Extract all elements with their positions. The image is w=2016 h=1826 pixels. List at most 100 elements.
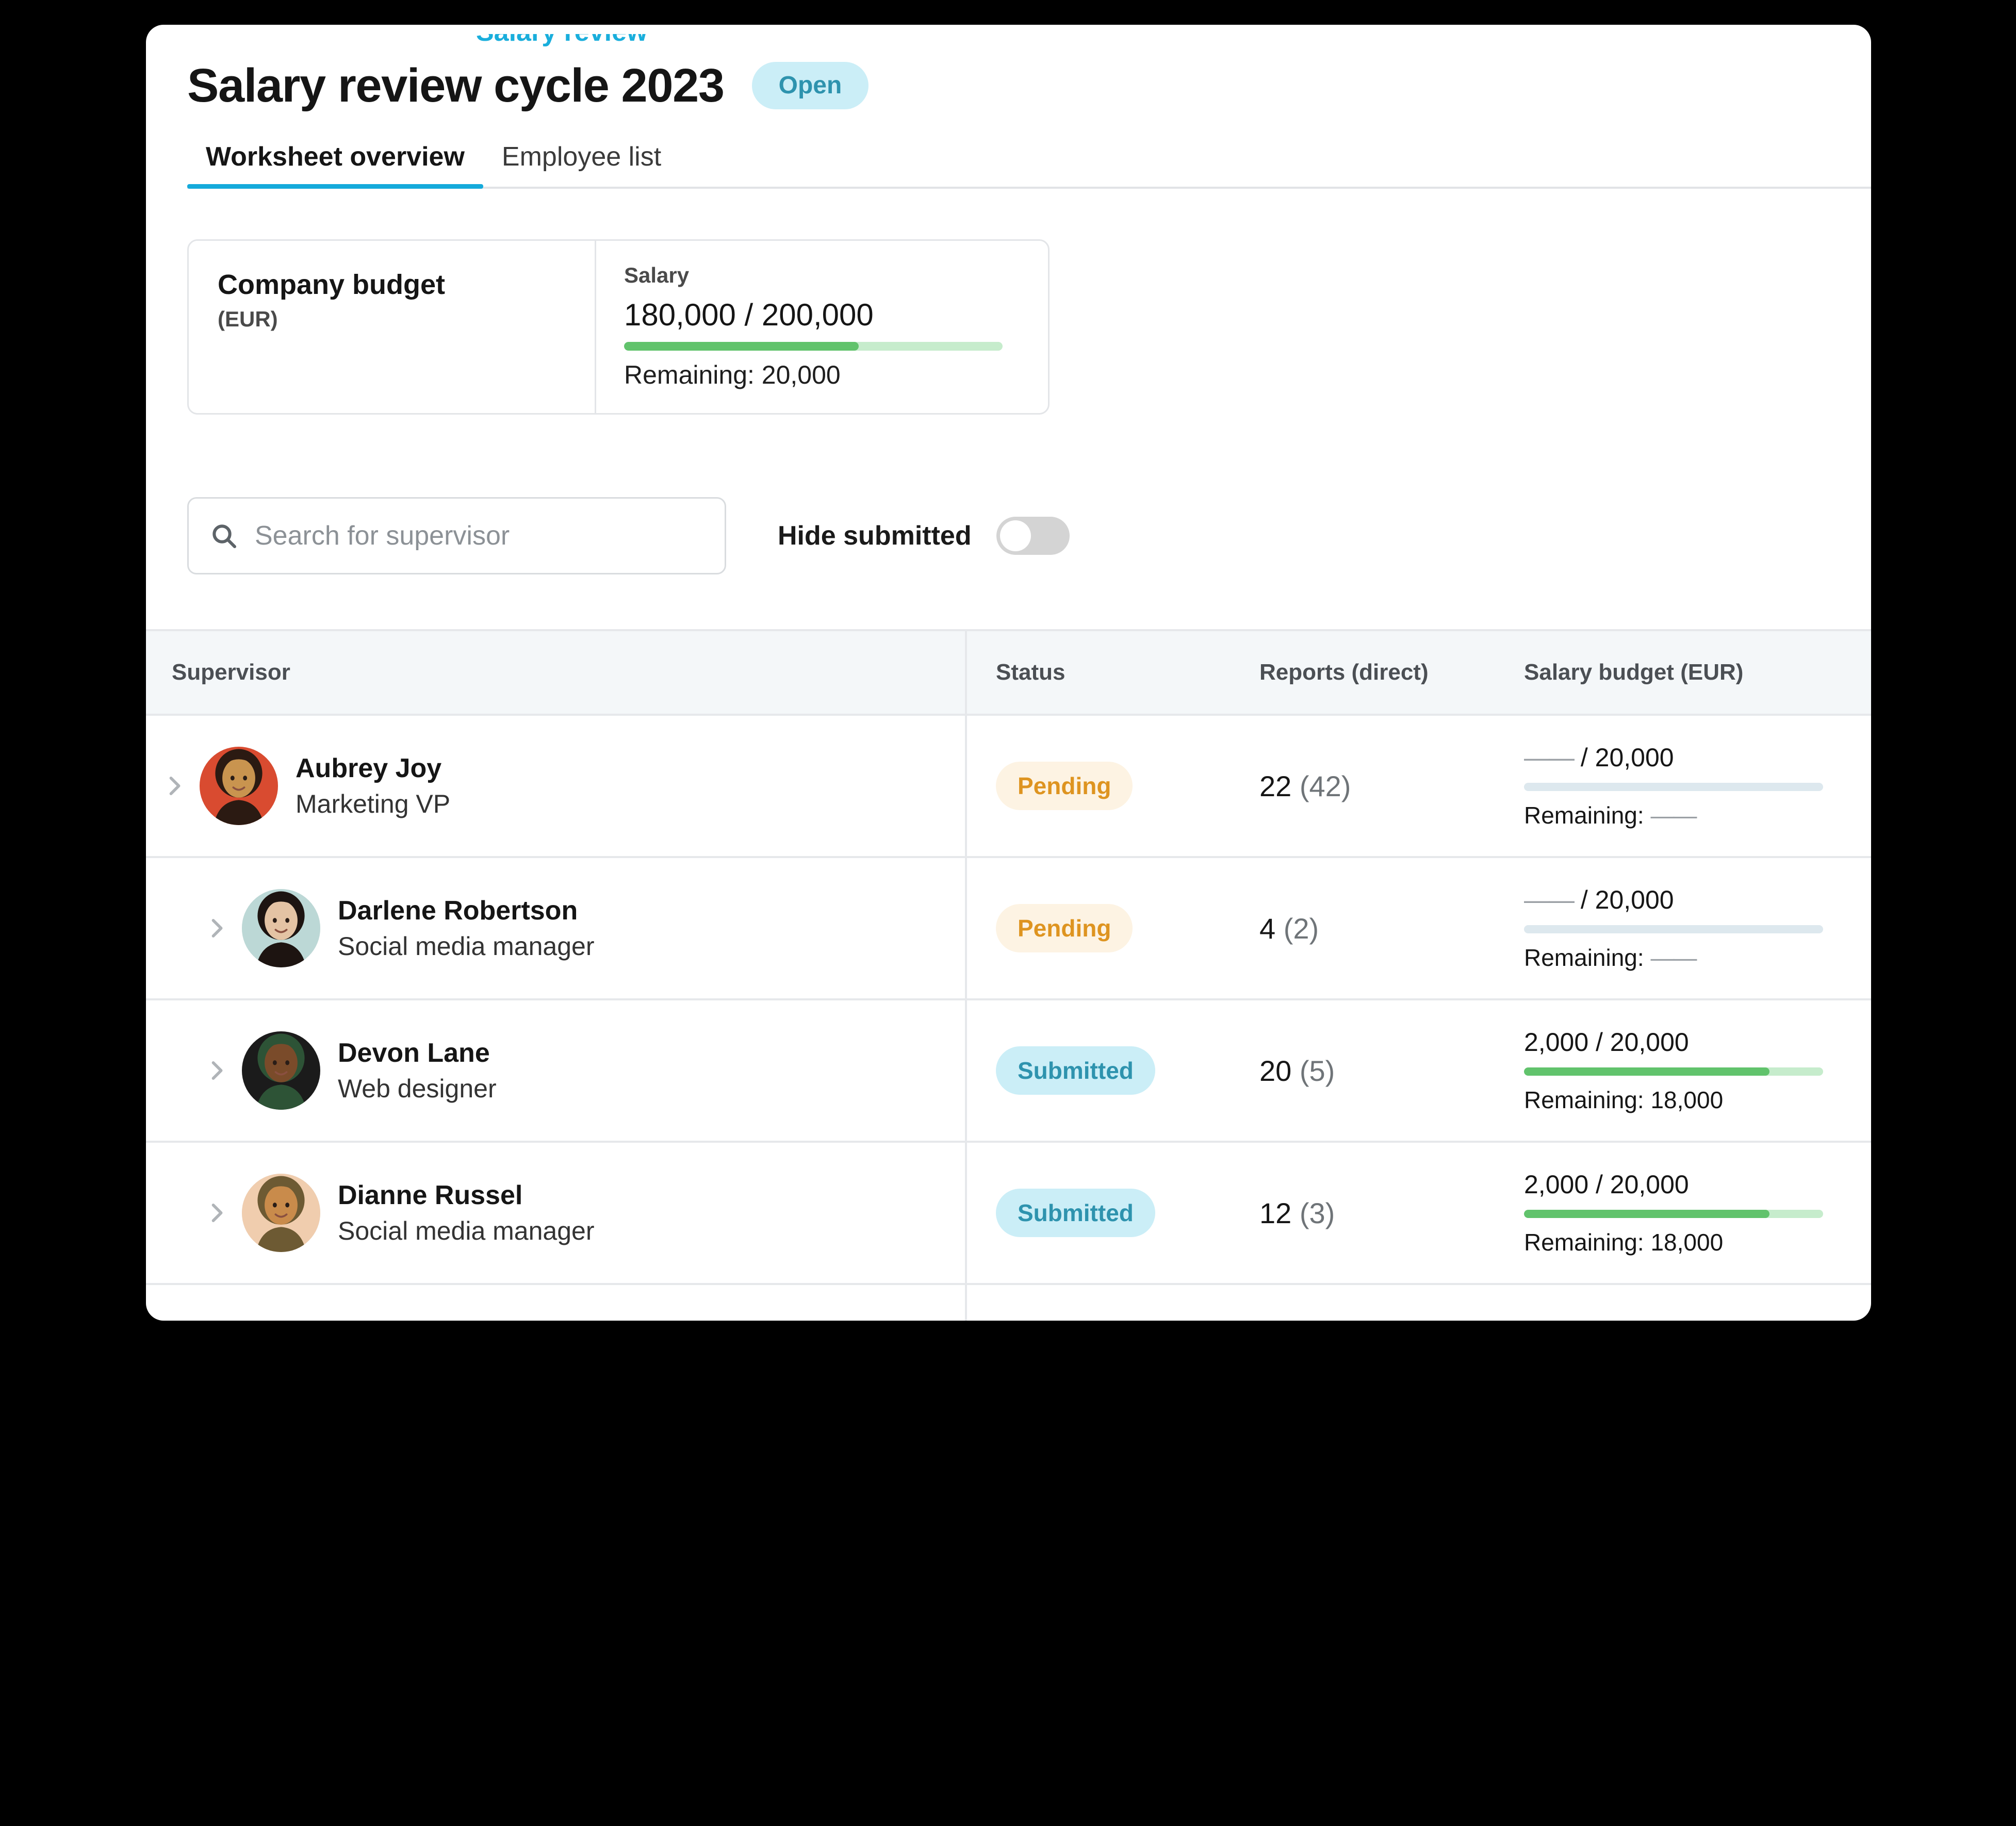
table-header: Supervisor Status Reports (direct) Salar… (146, 629, 1871, 716)
reports-direct-count: (5) (1299, 1054, 1335, 1087)
supervisor-name: Dianne Russel (338, 1180, 523, 1210)
avatar (242, 889, 320, 967)
table-header-row: Supervisor Status Reports (direct) Salar… (146, 629, 1871, 716)
filter-bar: Hide submitted (187, 497, 1871, 574)
cell-supervisor (146, 1284, 966, 1321)
company-budget-progress-track (624, 342, 1003, 351)
status-badge: Submitted (996, 1189, 1155, 1237)
hide-submitted-group: Hide submitted (778, 517, 1070, 555)
cell-supervisor: Darlene Robertson Social media manager (146, 857, 966, 1000)
status-badge: Pending (996, 904, 1133, 952)
budget-remaining: Remaining: —— (1524, 944, 1697, 971)
remaining-dash: —— (1650, 944, 1697, 971)
budget-progress-track (1524, 1067, 1823, 1076)
budget-remaining: Remaining: 18,000 (1524, 1229, 1724, 1256)
cell-reports: 22 (42) (1252, 715, 1507, 858)
cell-reports: 12 (3) (1252, 1142, 1507, 1285)
expand-chevron-right-icon[interactable] (203, 1057, 231, 1084)
budget-progress-track (1524, 925, 1823, 933)
tab-bar: Worksheet overview Employee list (146, 143, 1871, 189)
budget-progress-track (1524, 783, 1823, 791)
reports-direct-count: (42) (1299, 769, 1351, 802)
column-header-salary-budget: Salary budget (EUR) (1507, 629, 1871, 716)
table-row[interactable]: Aubrey Joy Marketing VP Pending 22 (42) —— /… (146, 715, 1871, 858)
budget-amount: —— / 20,000 (1524, 743, 1674, 772)
table-body: Aubrey Joy Marketing VP Pending 22 (42) —— /… (146, 715, 1871, 1321)
toggle-knob (999, 520, 1031, 551)
avatar (200, 747, 278, 825)
avatar (242, 1031, 320, 1110)
status-badge: Pending (996, 762, 1133, 810)
budget-progress-fill (1524, 1067, 1769, 1076)
cell-status: Pending (965, 715, 1252, 858)
supervisor-role: Social media manager (338, 932, 595, 961)
company-budget-metric-label: Salary (624, 263, 690, 287)
tab-worksheet-overview[interactable]: Worksheet overview (187, 143, 483, 189)
page-title: Salary review cycle 2023 (187, 59, 725, 112)
reports-direct-count: (3) (1299, 1196, 1335, 1229)
reports-direct-count: (2) (1283, 912, 1319, 945)
cell-reports: 20 (5) (1252, 999, 1507, 1143)
cell-reports: 4 (2) (1252, 857, 1507, 1000)
supervisor-name: Aubrey Joy (296, 753, 442, 783)
column-header-supervisor: Supervisor (146, 629, 966, 716)
tab-employee-list[interactable]: Employee list (483, 143, 680, 189)
search-input[interactable] (254, 520, 704, 552)
cell-supervisor: Aubrey Joy Marketing VP (146, 715, 966, 858)
hide-submitted-label: Hide submitted (778, 521, 972, 551)
search-icon (209, 521, 238, 550)
supervisor-name: Darlene Robertson (338, 895, 578, 926)
budget-progress-track (1524, 1210, 1823, 1218)
hide-submitted-toggle[interactable] (996, 517, 1070, 555)
expand-chevron-right-icon[interactable] (203, 1199, 231, 1226)
cell-status (965, 1284, 1252, 1321)
company-budget-value-cell: Salary 180,000 / 200,000 Remaining: 20,0… (596, 241, 1048, 413)
supervisor-role: Web designer (338, 1074, 497, 1104)
breadcrumb-label: Salary review (476, 34, 693, 45)
company-budget-title: Company budget (218, 269, 445, 300)
cell-status: Submitted (965, 1142, 1252, 1285)
supervisor-name: Devon Lane (338, 1038, 490, 1068)
breadcrumb[interactable]: Salary review (476, 34, 693, 47)
company-budget-label-cell: Company budget (EUR) (189, 241, 596, 413)
avatar (242, 1174, 320, 1252)
table-row[interactable]: Dianne Russel Social media manager Submitt… (146, 1142, 1871, 1285)
cell-salary-budget: 2,000 / 20,000 Remaining: 18,000 (1507, 1142, 1871, 1285)
cell-supervisor: Devon Lane Web designer (146, 999, 966, 1143)
expand-chevron-right-icon[interactable] (160, 772, 188, 799)
cell-status: Pending (965, 857, 1252, 1000)
table-row[interactable]: Darlene Robertson Social media manager Pen… (146, 857, 1871, 1000)
search-box[interactable] (187, 497, 726, 574)
cell-reports (1252, 1284, 1507, 1321)
budget-remaining: Remaining: 18,000 (1524, 1087, 1724, 1113)
supervisor-role: Social media manager (338, 1216, 595, 1246)
cell-salary-budget (1507, 1284, 1871, 1321)
cell-status: Submitted (965, 999, 1252, 1143)
page-header: Salary review cycle 2023 Open (146, 25, 1871, 109)
supervisor-role: Marketing VP (296, 789, 451, 819)
supervisor-table: Supervisor Status Reports (direct) Salar… (146, 629, 1871, 1321)
expand-chevron-right-icon[interactable] (203, 915, 231, 942)
reports-count: 22 (42) (1259, 769, 1351, 802)
status-badge: Submitted (996, 1046, 1155, 1095)
table-row[interactable]: Devon Lane Web designer Submitted 20 (5) 2,0… (146, 999, 1871, 1143)
company-budget-amount: 180,000 / 200,000 (624, 298, 874, 332)
company-budget-remaining: Remaining: 20,000 (624, 360, 841, 389)
reports-count: 20 (5) (1259, 1054, 1335, 1087)
column-header-reports: Reports (direct) (1252, 629, 1507, 716)
budget-amount: 2,000 / 20,000 (1524, 1028, 1689, 1057)
budget-remaining: Remaining: —— (1524, 802, 1697, 829)
company-budget-card: Company budget (EUR) Salary 180,000 / 20… (187, 239, 1050, 415)
budget-amount: 2,000 / 20,000 (1524, 1170, 1689, 1199)
remaining-dash: —— (1650, 802, 1697, 829)
cell-supervisor: Dianne Russel Social media manager (146, 1142, 966, 1285)
cell-salary-budget: —— / 20,000 Remaining: —— (1507, 857, 1871, 1000)
company-budget-progress-fill (624, 342, 859, 351)
cell-salary-budget: —— / 20,000 Remaining: —— (1507, 715, 1871, 858)
column-header-status: Status (965, 629, 1252, 716)
cell-salary-budget: 2,000 / 20,000 Remaining: 18,000 (1507, 999, 1871, 1143)
budget-amount: —— / 20,000 (1524, 885, 1674, 914)
budget-progress-fill (1524, 1210, 1769, 1218)
reports-count: 4 (2) (1259, 912, 1319, 945)
company-budget-currency: (EUR) (218, 307, 278, 332)
